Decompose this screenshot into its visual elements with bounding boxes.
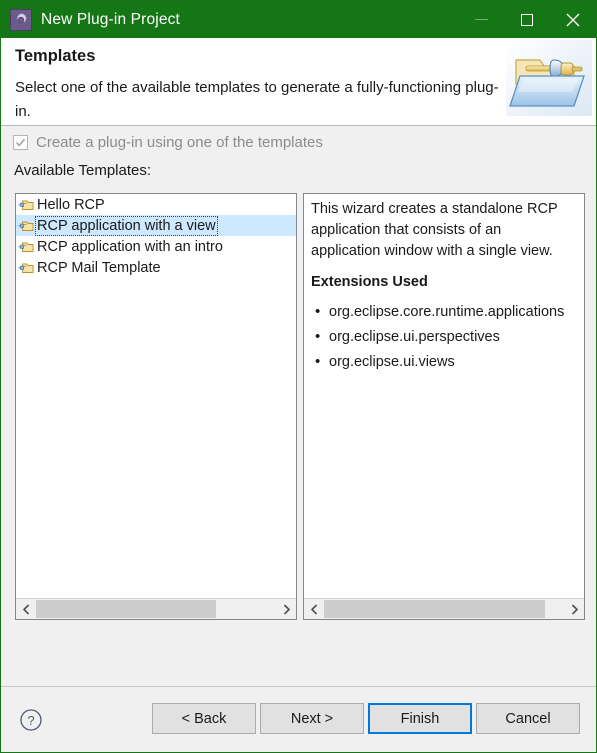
create-with-template-label: Create a plug-in using one of the templa…	[36, 134, 323, 151]
wizard-buttons: < Back Next > Finish Cancel	[152, 703, 580, 734]
available-templates-label: Available Templates:	[14, 162, 152, 179]
back-button[interactable]: < Back	[152, 703, 256, 734]
maximize-icon[interactable]	[504, 1, 550, 38]
create-with-template-checkbox-row[interactable]: Create a plug-in using one of the templa…	[13, 134, 323, 151]
chevron-left-icon[interactable]	[16, 599, 36, 619]
template-plugin-icon	[18, 239, 35, 255]
page-description: Select one of the available templates to…	[15, 79, 499, 120]
list-item-label: RCP application with a view	[35, 215, 218, 236]
list-item[interactable]: RCP application with a view	[16, 215, 296, 236]
description-line: application that consists of an	[311, 222, 502, 238]
window-title: New Plug-in Project	[41, 10, 180, 28]
extension-item: org.eclipse.core.runtime.applications	[311, 299, 578, 325]
template-details-panel: This wizard creates a standalone RCP app…	[303, 193, 585, 620]
list-item[interactable]: Hello RCP	[16, 194, 296, 215]
next-button[interactable]: Next >	[260, 703, 364, 734]
help-question-icon[interactable]: ?	[19, 708, 43, 732]
scroll-track[interactable]	[36, 599, 276, 619]
create-with-template-checkbox	[13, 135, 28, 150]
chevron-left-icon[interactable]	[304, 599, 324, 619]
extensions-heading: Extensions Used	[311, 274, 428, 290]
wizard-body: Create a plug-in using one of the templa…	[1, 126, 596, 686]
list-item[interactable]: RCP Mail Template	[16, 257, 296, 278]
eclipse-gear-icon	[10, 8, 32, 31]
list-item[interactable]: RCP application with an intro	[16, 236, 296, 257]
list-item-label: RCP Mail Template	[37, 259, 161, 276]
window-controls	[458, 1, 596, 38]
template-plugin-icon	[18, 218, 35, 234]
description-line: This wizard creates a standalone RCP	[311, 201, 558, 217]
title-bar: New Plug-in Project	[1, 1, 596, 38]
templates-horizontal-scrollbar[interactable]	[16, 598, 296, 619]
template-description: This wizard creates a standalone RCP app…	[311, 199, 578, 262]
template-plugin-icon	[18, 197, 35, 213]
cancel-button[interactable]: Cancel	[476, 703, 580, 734]
close-icon[interactable]	[550, 1, 596, 38]
extension-item: org.eclipse.ui.perspectives	[311, 324, 578, 350]
extension-item: org.eclipse.ui.views	[311, 349, 578, 375]
extensions-list: org.eclipse.core.runtime.applications or…	[311, 299, 578, 375]
templates-list[interactable]: Hello RCP RCP application with a view RC…	[16, 194, 296, 597]
dialog-button-bar: ? < Back Next > Finish Cancel	[1, 686, 596, 752]
scroll-thumb[interactable]	[324, 600, 545, 618]
list-item-label: Hello RCP	[37, 196, 105, 213]
minimize-icon[interactable]	[458, 1, 504, 38]
page-title: Templates	[15, 47, 96, 65]
svg-text:?: ?	[27, 713, 34, 728]
chevron-right-icon[interactable]	[564, 599, 584, 619]
scroll-track[interactable]	[324, 599, 564, 619]
plugin-folder-plug-icon	[506, 40, 592, 116]
templates-list-panel: Hello RCP RCP application with a view RC…	[15, 193, 297, 620]
template-details: This wizard creates a standalone RCP app…	[304, 194, 584, 597]
wizard-header: Templates Select one of the available te…	[1, 38, 596, 126]
chevron-right-icon[interactable]	[276, 599, 296, 619]
scroll-thumb[interactable]	[36, 600, 216, 618]
description-line: application window with a single view.	[311, 243, 553, 259]
finish-button[interactable]: Finish	[368, 703, 472, 734]
template-plugin-icon	[18, 260, 35, 276]
list-item-label: RCP application with an intro	[37, 238, 223, 255]
details-horizontal-scrollbar[interactable]	[304, 598, 584, 619]
new-plugin-project-dialog: New Plug-in Project Templates Select one…	[0, 0, 597, 753]
